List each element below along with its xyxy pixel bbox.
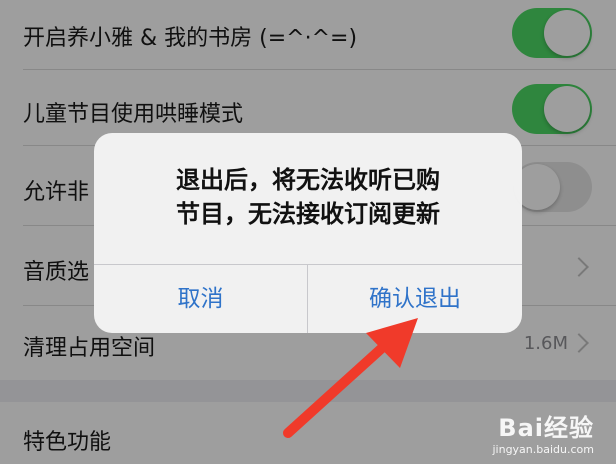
watermark: Bai经验 jingyan.baidu.com	[492, 408, 594, 456]
confirm-logout-button[interactable]: 确认退出	[308, 265, 522, 333]
dialog-message: 退出后，将无法收听已购 节目，无法接收订阅更新	[134, 163, 482, 231]
settings-screen: 开启养小雅 & 我的书房 (=^·^=) 儿童节目使用哄睡模式 允许非 音质选 …	[0, 0, 616, 464]
watermark-logo: Bai经验	[498, 414, 594, 442]
cancel-button[interactable]: 取消	[94, 265, 307, 333]
dialog-message-line: 节目，无法接收订阅更新	[176, 200, 440, 228]
dialog-message-line: 退出后，将无法收听已购	[176, 166, 440, 194]
watermark-url: jingyan.baidu.com	[492, 443, 594, 456]
logout-confirm-dialog: 退出后，将无法收听已购 节目，无法接收订阅更新 取消 确认退出	[94, 133, 522, 333]
